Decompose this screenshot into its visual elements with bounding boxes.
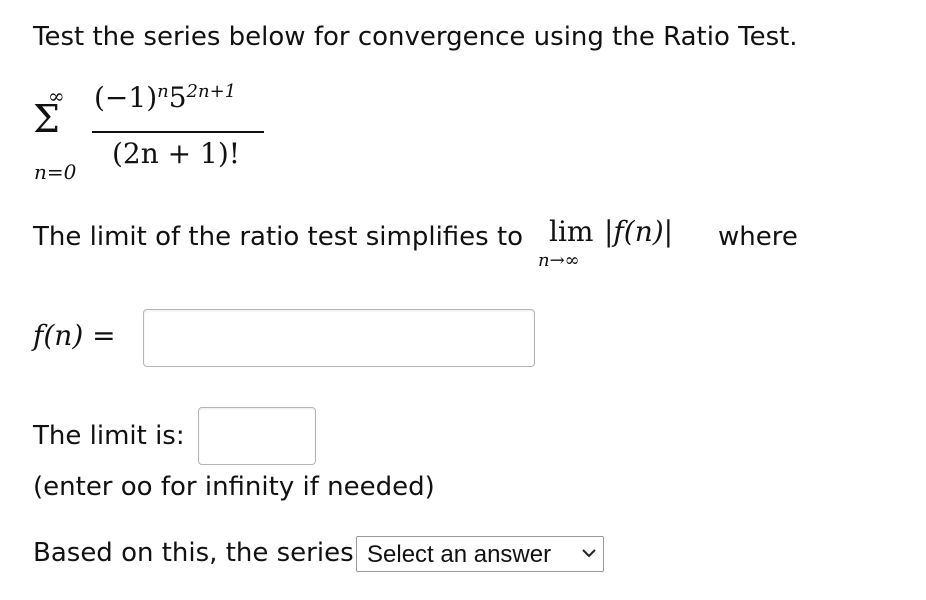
select-value: Select an answer — [367, 541, 552, 568]
lim-operator: lim — [549, 215, 594, 248]
instruction-text: Test the series below for convergence us… — [33, 22, 798, 52]
numerator-exp-n: n — [157, 81, 169, 102]
limit-label: The limit is: — [33, 421, 185, 451]
sigma-symbol: Σ — [33, 97, 60, 141]
limit-input[interactable] — [198, 407, 316, 465]
numerator-five: 5 — [168, 81, 187, 114]
abs-f-of-n: |f(n)| — [604, 215, 674, 248]
limit-sentence: The limit of the ratio test simplifies t… — [33, 222, 524, 252]
chevron-down-icon — [582, 549, 596, 558]
based-on-text: Based on this, the series — [33, 538, 354, 568]
fn-input[interactable] — [143, 309, 535, 367]
answer-select[interactable]: Select an answer — [356, 536, 604, 572]
infinity-hint: (enter oo for infinity if needed) — [33, 472, 435, 502]
sum-lower-bound: n=0 — [34, 160, 77, 184]
series-denominator: (2n + 1)! — [112, 137, 241, 170]
series-numerator: (−1)n52n+1 — [94, 81, 237, 114]
fraction-bar — [92, 131, 264, 133]
lim-subscript: n→∞ — [538, 250, 580, 271]
fn-label: f(n) = — [33, 319, 116, 352]
numerator-base: (−1) — [94, 81, 158, 114]
where-word: where — [718, 222, 798, 252]
numerator-exp-2n1: 2n+1 — [186, 81, 237, 102]
